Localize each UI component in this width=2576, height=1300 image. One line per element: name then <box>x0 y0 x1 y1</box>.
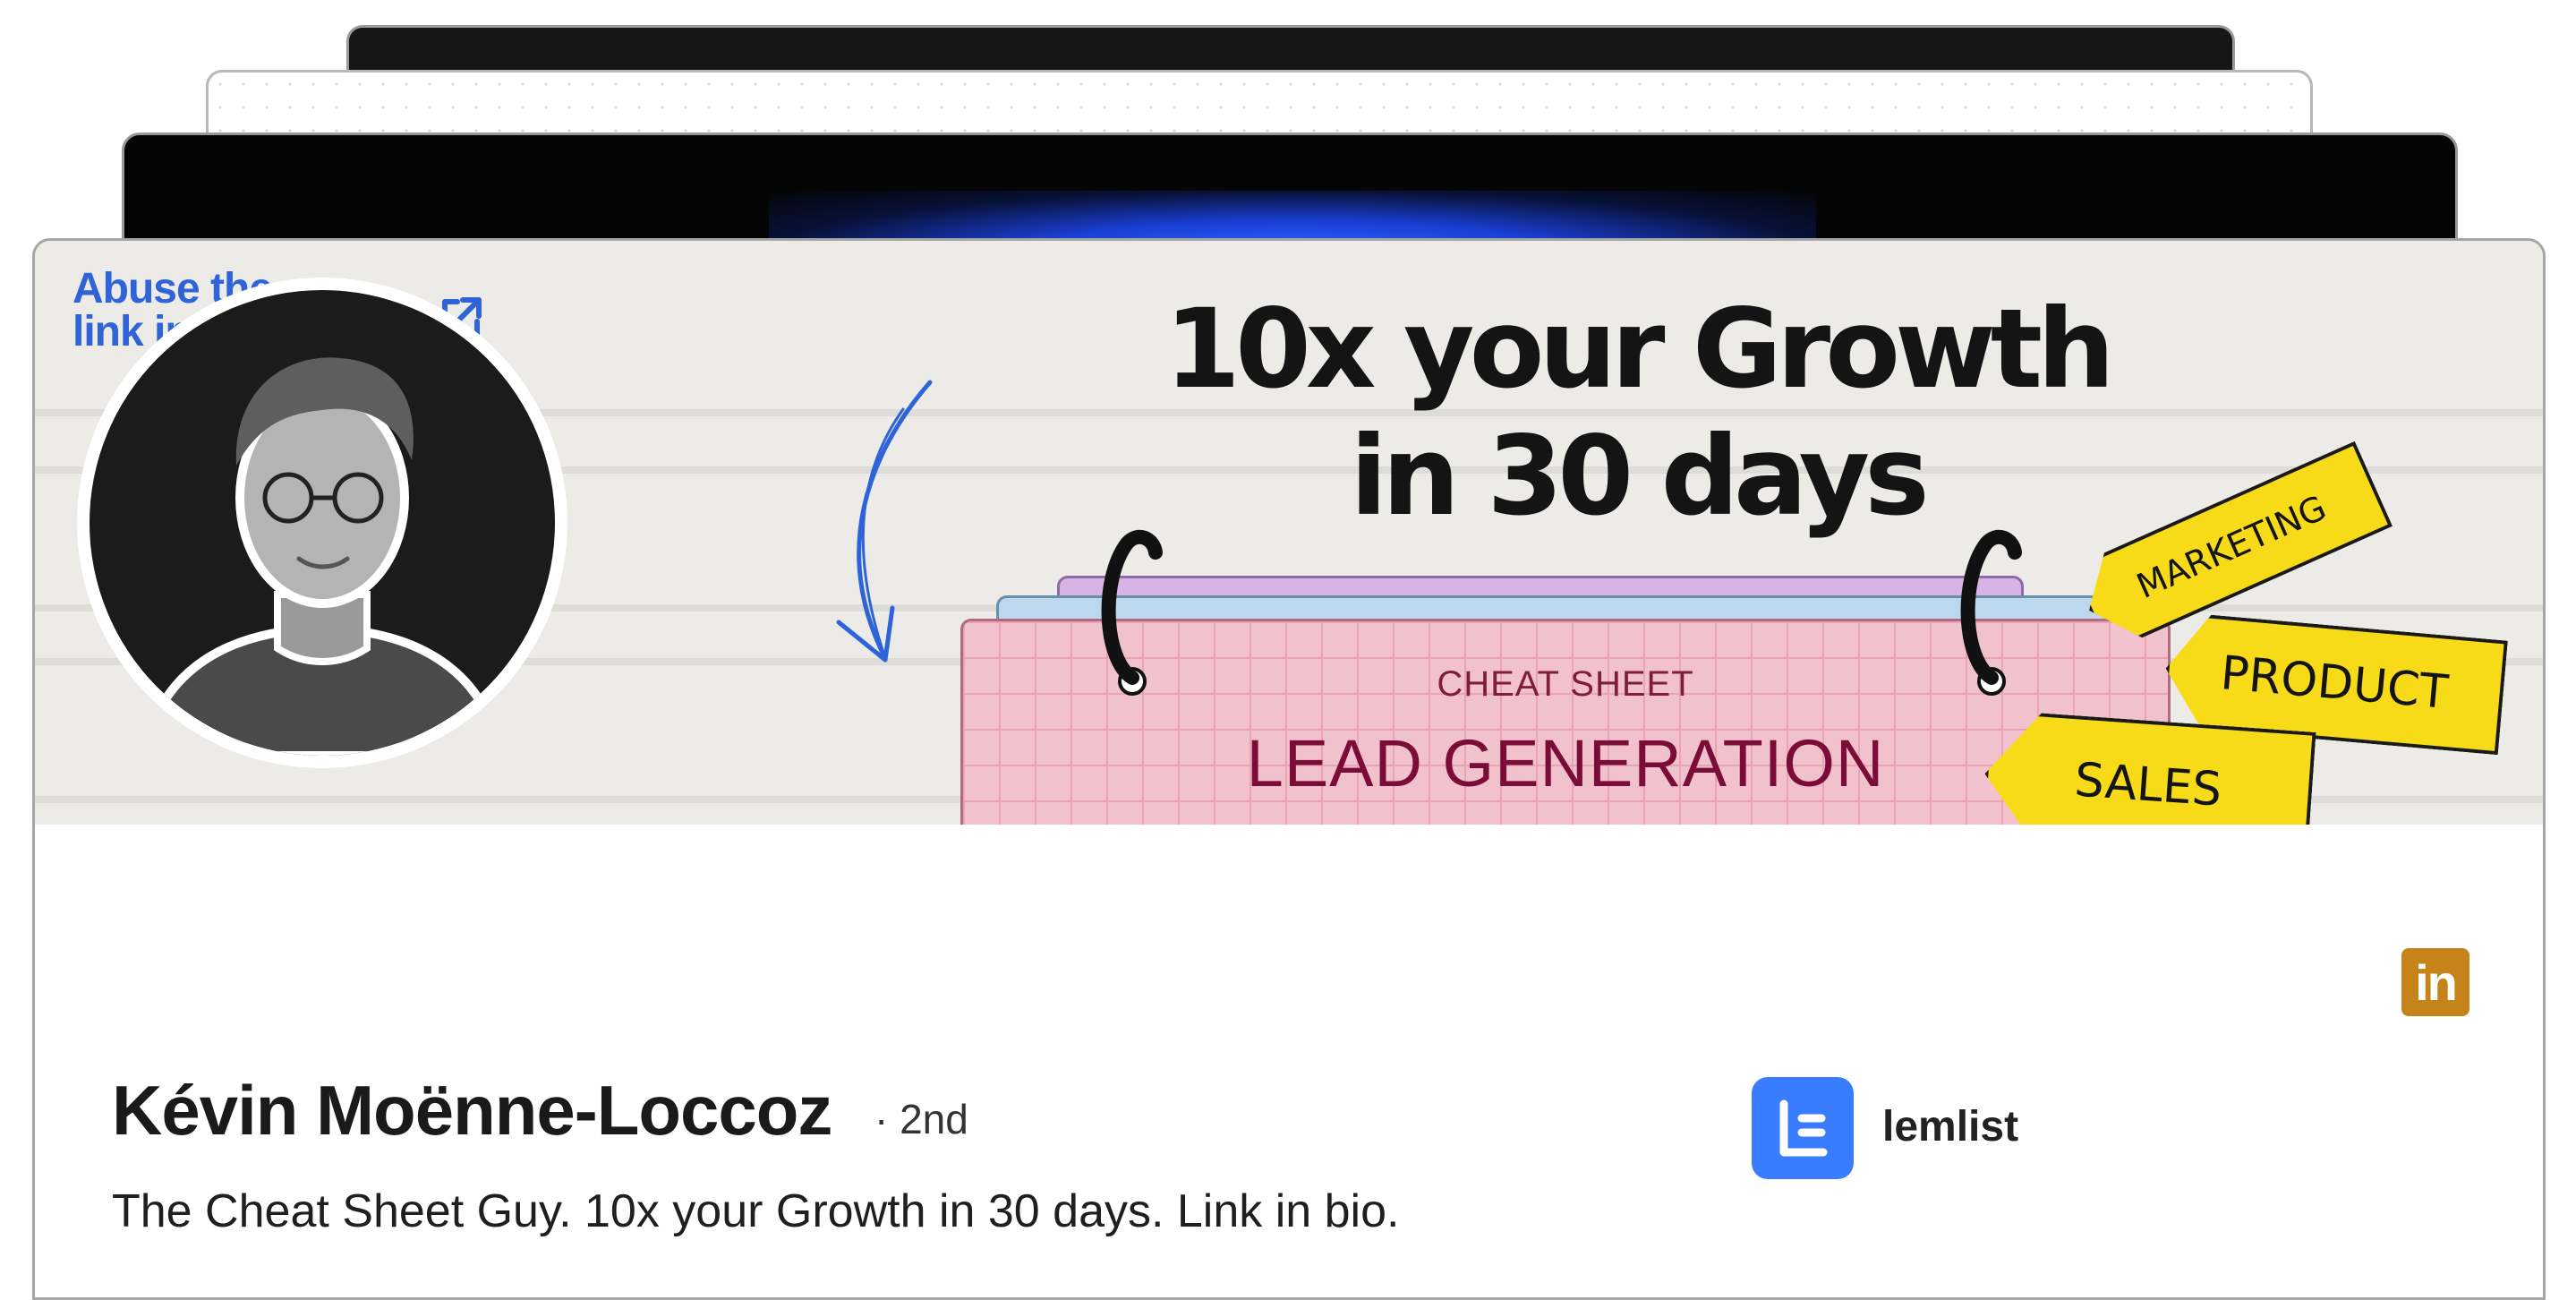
profile-name[interactable]: Kévin Moënne-Loccoz <box>112 1070 832 1151</box>
linkedin-icon[interactable]: in <box>2401 948 2469 1016</box>
lemlist-logo[interactable] <box>1752 1077 1854 1179</box>
curved-arrow-icon <box>836 380 933 663</box>
background-card-glow <box>122 133 2458 254</box>
lemlist-logo-icon <box>1779 1099 1828 1157</box>
banner-headline-line1: 10x your Growth <box>1164 286 2115 413</box>
avatar-photo <box>90 290 555 756</box>
avatar[interactable] <box>77 278 567 768</box>
binder-ring-icon <box>1101 529 1163 696</box>
banner-headline-line2: in 30 days <box>1350 413 1929 540</box>
binder-ring-icon <box>1960 529 2022 696</box>
portrait-illustration <box>138 357 507 756</box>
profile-headline: The Cheat Sheet Guy. 10x your Growth in … <box>112 1185 1400 1237</box>
banner-headline: 10x your Growth in 30 days <box>1011 286 2264 540</box>
connection-degree: · 2nd <box>874 1096 968 1142</box>
company-name[interactable]: lemlist <box>1882 1102 2018 1151</box>
notepad-title: LEAD GENERATION <box>1246 726 1885 800</box>
